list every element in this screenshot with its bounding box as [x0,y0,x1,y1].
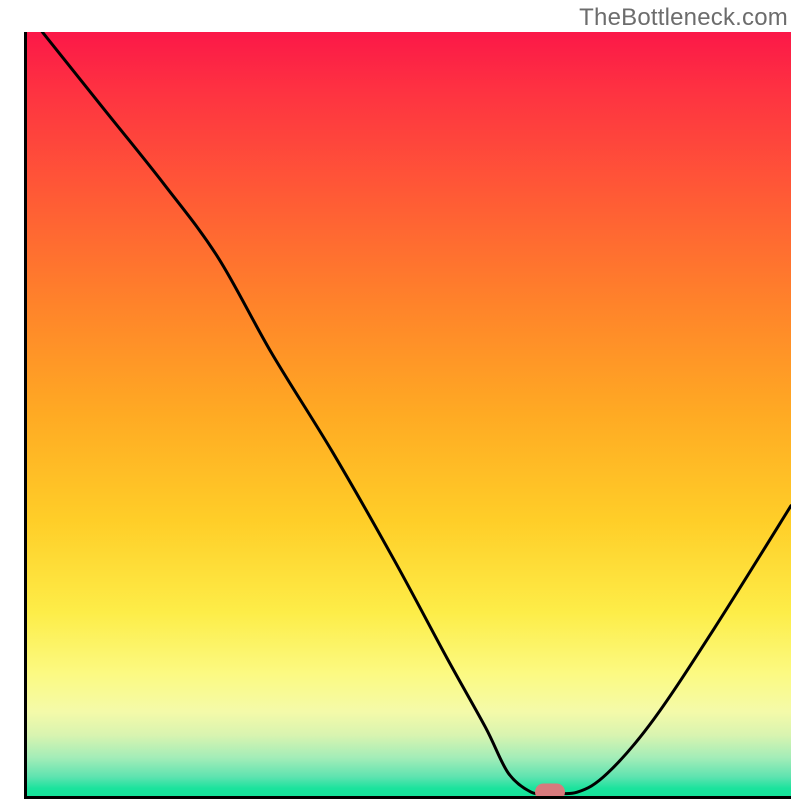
curve-path [42,32,791,794]
optimal-marker [535,784,565,799]
chart-stage: TheBottleneck.com [0,0,800,800]
bottleneck-curve [27,32,791,796]
plot-area [24,32,791,799]
watermark-text: TheBottleneck.com [579,4,788,32]
